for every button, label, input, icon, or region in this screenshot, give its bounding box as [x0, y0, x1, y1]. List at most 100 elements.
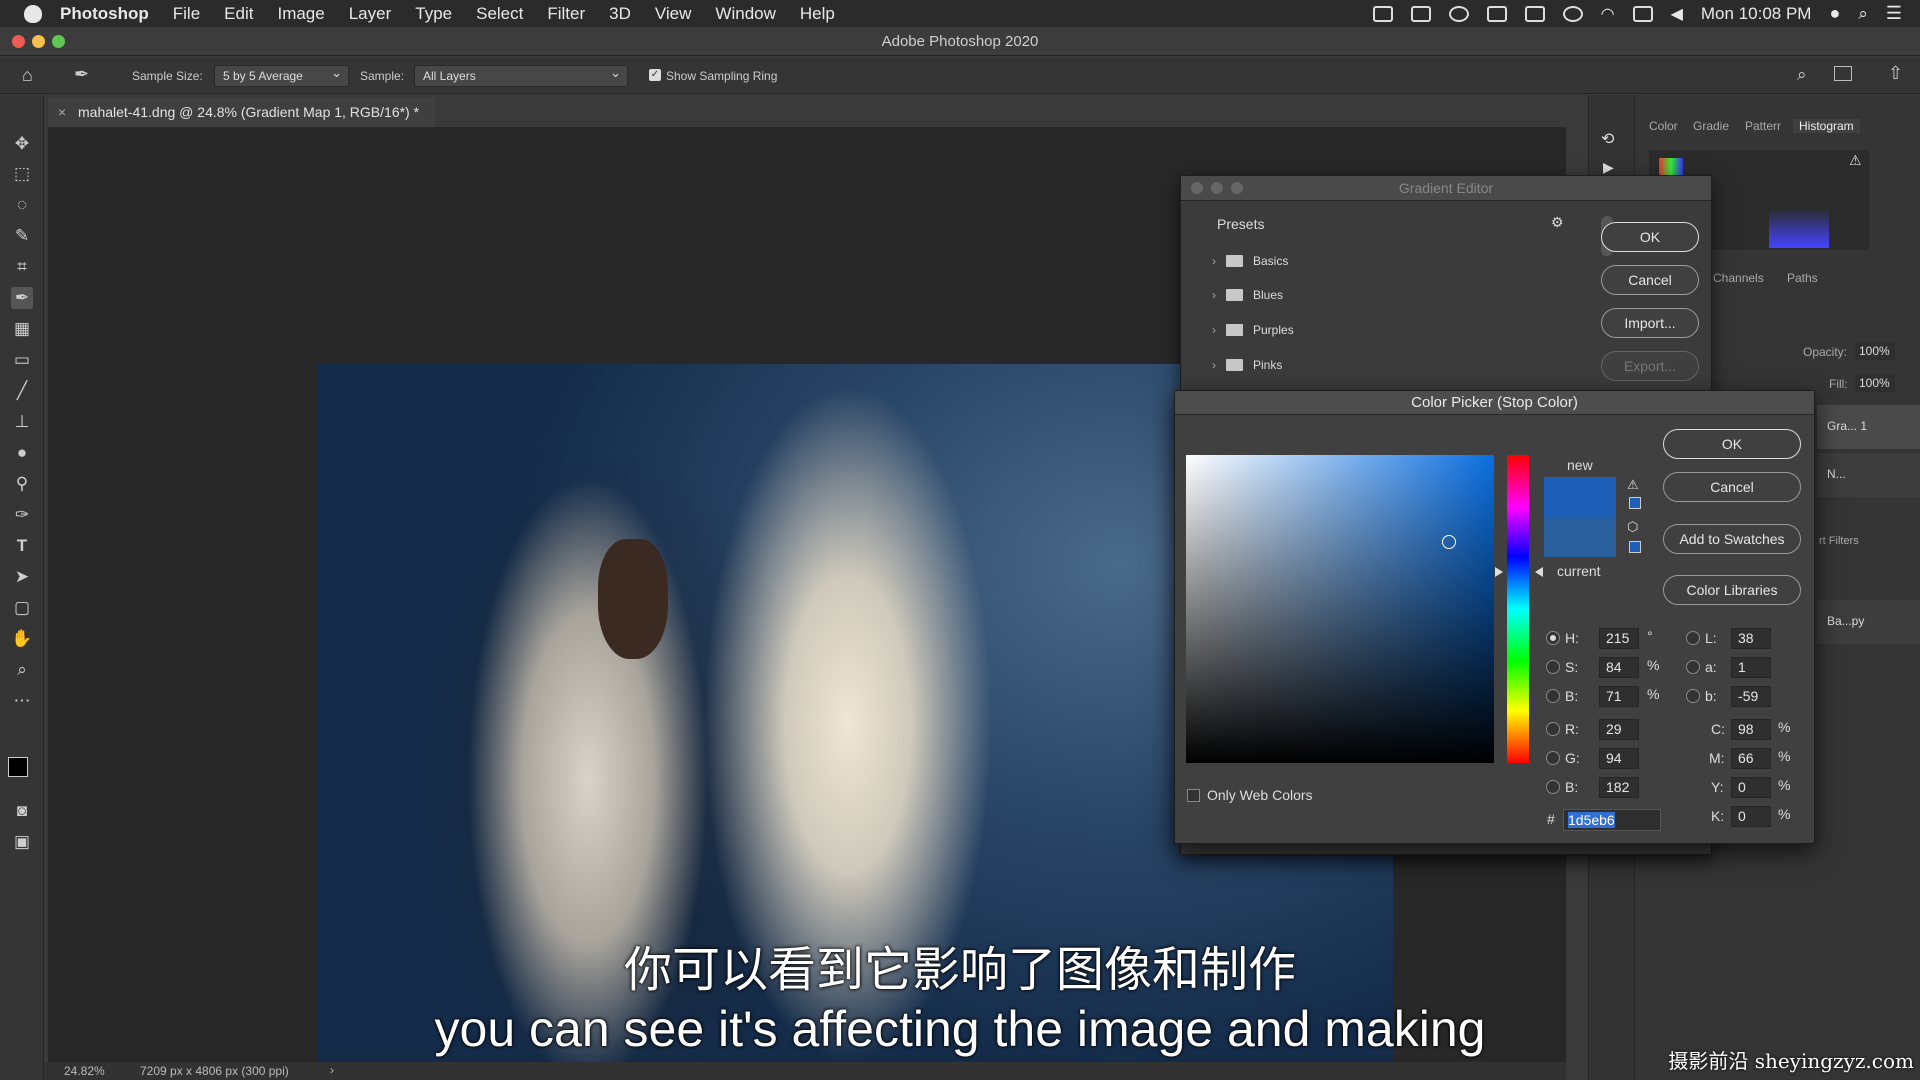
preset-folder-pinks[interactable]: › Pinks: [1212, 355, 1282, 375]
gamut-swatch[interactable]: [1629, 497, 1641, 509]
current-color-swatch[interactable]: [1544, 517, 1616, 557]
out-of-gamut-warning-icon[interactable]: ⚠: [1627, 477, 1639, 493]
tab-gradients[interactable]: Gradie: [1693, 119, 1729, 133]
hue-slider[interactable]: [1507, 455, 1529, 763]
hand-tool-icon[interactable]: ✋: [11, 628, 33, 650]
status-menu-arrow-icon[interactable]: ›: [330, 1063, 334, 1077]
green-radio[interactable]: [1546, 751, 1560, 765]
picker-ok-button[interactable]: OK: [1663, 429, 1801, 459]
time-machine-icon[interactable]: [1562, 5, 1583, 22]
blue-input[interactable]: 182: [1599, 777, 1639, 798]
menu-edit[interactable]: Edit: [224, 4, 253, 24]
actions-panel-icon[interactable]: ▶: [1603, 159, 1614, 176]
type-tool-icon[interactable]: T: [11, 535, 33, 557]
gradient-export-button[interactable]: Export...: [1601, 351, 1699, 381]
hue-input[interactable]: 215: [1599, 628, 1639, 649]
picker-cancel-button[interactable]: Cancel: [1663, 472, 1801, 502]
gradient-ok-button[interactable]: OK: [1601, 222, 1699, 252]
balloon-icon[interactable]: [1448, 5, 1469, 22]
red-input[interactable]: 29: [1599, 719, 1639, 740]
menu-file[interactable]: File: [173, 4, 200, 24]
brightness-input[interactable]: 71: [1599, 686, 1639, 707]
workspace-icon[interactable]: [1834, 66, 1852, 81]
color-libraries-button[interactable]: Color Libraries: [1663, 575, 1801, 605]
minimize-dialog-button[interactable]: [1211, 182, 1223, 194]
eyedropper-tool-icon[interactable]: ✒: [11, 287, 33, 309]
sample-layers-select[interactable]: All Layers: [414, 65, 628, 87]
menu-clock[interactable]: Mon 10:08 PM: [1701, 4, 1812, 24]
hue-slider-left-arrow[interactable]: [1495, 567, 1503, 577]
tab-channels[interactable]: Channels: [1713, 271, 1764, 285]
layer-background-copy[interactable]: Ba...py: [1817, 600, 1920, 644]
sample-size-select[interactable]: 5 by 5 Average: [214, 65, 349, 87]
green-input[interactable]: 94: [1599, 748, 1639, 769]
menu-type[interactable]: Type: [415, 4, 452, 24]
magenta-input[interactable]: 66: [1731, 748, 1771, 769]
web-safe-swatch[interactable]: [1629, 541, 1641, 553]
warning-icon[interactable]: ⚠: [1849, 152, 1862, 169]
saturation-brightness-field[interactable]: [1186, 455, 1494, 763]
show-sampling-ring-checkbox[interactable]: ✓: [649, 69, 661, 81]
menu-help[interactable]: Help: [800, 4, 835, 24]
lab-b-input[interactable]: -59: [1731, 686, 1771, 707]
menu-3d[interactable]: 3D: [609, 4, 631, 24]
close-window-button[interactable]: [12, 35, 25, 48]
app-grid-icon[interactable]: [1486, 5, 1507, 22]
lab-b-radio[interactable]: [1686, 689, 1700, 703]
volume-icon[interactable]: ◀: [1671, 4, 1683, 24]
healing-brush-tool-icon[interactable]: ▦: [11, 318, 33, 340]
saturation-radio[interactable]: [1546, 660, 1560, 674]
color-field-cursor[interactable]: [1442, 535, 1456, 549]
saturation-input[interactable]: 84: [1599, 657, 1639, 678]
preset-folder-basics[interactable]: › Basics: [1212, 251, 1288, 271]
preset-folder-purples[interactable]: › Purples: [1212, 320, 1294, 340]
foreground-color-swatch[interactable]: [8, 757, 28, 777]
opacity-field[interactable]: 100%: [1855, 342, 1895, 360]
wifi-icon[interactable]: ◠: [1601, 4, 1615, 24]
zoom-level[interactable]: 24.82%: [64, 1064, 105, 1078]
add-to-swatches-button[interactable]: Add to Swatches: [1663, 524, 1801, 554]
hex-input[interactable]: 1d5eb6: [1563, 809, 1661, 831]
hue-radio[interactable]: [1546, 631, 1560, 645]
menu-view[interactable]: View: [655, 4, 692, 24]
black-input[interactable]: 0: [1731, 806, 1771, 827]
zoom-dialog-button[interactable]: [1231, 182, 1243, 194]
home-icon[interactable]: ⌂: [22, 65, 33, 86]
brightness-radio[interactable]: [1546, 689, 1560, 703]
menu-window[interactable]: Window: [715, 4, 775, 24]
pen-tool-icon[interactable]: ✑: [11, 504, 33, 526]
blur-tool-icon[interactable]: ●: [11, 442, 33, 464]
zoom-window-button[interactable]: [52, 35, 65, 48]
lab-a-radio[interactable]: [1686, 660, 1700, 674]
tab-color[interactable]: Color: [1649, 119, 1678, 133]
lab-l-input[interactable]: 38: [1731, 628, 1771, 649]
yellow-input[interactable]: 0: [1731, 777, 1771, 798]
hue-slider-right-arrow[interactable]: [1535, 567, 1543, 577]
notification-center-icon[interactable]: ☰: [1886, 3, 1902, 24]
presets-settings-gear-icon[interactable]: ⚙: [1551, 214, 1564, 231]
spotlight-search-icon[interactable]: ⌕: [1858, 4, 1868, 24]
lab-l-radio[interactable]: [1686, 631, 1700, 645]
quick-mask-icon[interactable]: ◙: [11, 800, 33, 822]
clone-stamp-tool-icon[interactable]: ⊥: [11, 411, 33, 433]
layer-smart-object[interactable]: N...: [1817, 453, 1920, 497]
camera-icon[interactable]: [1524, 5, 1545, 22]
path-selection-tool-icon[interactable]: ➤: [11, 566, 33, 588]
close-dialog-button[interactable]: [1191, 182, 1203, 194]
fill-field[interactable]: 100%: [1855, 374, 1895, 392]
quick-select-tool-icon[interactable]: ✎: [11, 225, 33, 247]
red-radio[interactable]: [1546, 722, 1560, 736]
screen-mode-icon[interactable]: ▣: [11, 831, 33, 853]
share-icon[interactable]: ⇧: [1888, 63, 1903, 84]
menu-layer[interactable]: Layer: [349, 4, 392, 24]
layer-gradient-map[interactable]: Gra... 1: [1817, 405, 1920, 449]
rectangle-tool-icon[interactable]: ▢: [11, 597, 33, 619]
menu-select[interactable]: Select: [476, 4, 523, 24]
document-tab[interactable]: × mahalet-41.dng @ 24.8% (Gradient Map 1…: [48, 97, 436, 127]
dodge-tool-icon[interactable]: ⚲: [11, 473, 33, 495]
apple-icon[interactable]: [24, 4, 42, 23]
cyan-input[interactable]: 98: [1731, 719, 1771, 740]
preset-folder-blues[interactable]: › Blues: [1212, 285, 1283, 305]
lab-a-input[interactable]: 1: [1731, 657, 1771, 678]
history-panel-icon[interactable]: ⟲: [1601, 129, 1614, 149]
